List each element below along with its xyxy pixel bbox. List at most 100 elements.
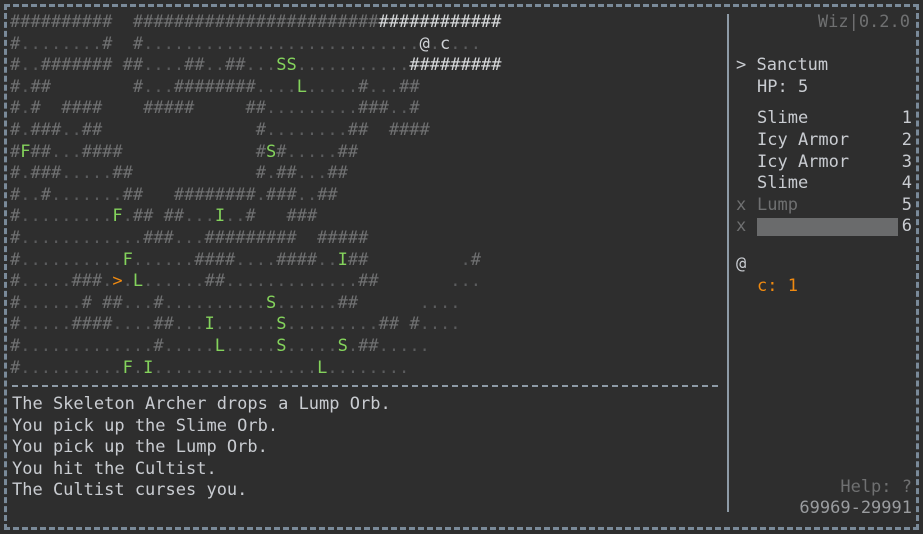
spell-hotkey[interactable]: 3: [902, 152, 912, 174]
map-glyph-run: .....: [163, 335, 215, 356]
map-glyph-run: .........: [20, 206, 113, 227]
map-glyph-run: [430, 120, 502, 140]
map-glyph-run: #: [30, 98, 41, 119]
map-glyph-run: I: [337, 249, 348, 270]
map-glyph-run: #: [40, 184, 51, 205]
map-glyph-run: [51, 77, 133, 97]
map-glyph-run: ...: [184, 206, 215, 227]
map-glyph-run: ........: [20, 33, 103, 54]
spell-hotkey[interactable]: 4: [902, 173, 912, 195]
spell-list[interactable]: Slime 1 Icy Armor 2 Icy Armor 3 Slime 4 x Lump 5 x 6: [736, 108, 912, 238]
map-glyph-run: L: [296, 76, 307, 97]
map-glyph-run: .....: [306, 76, 359, 97]
map-glyph-run: #: [10, 33, 21, 54]
map-glyph-run: #: [132, 33, 144, 54]
map-glyph-run: ##: [245, 98, 266, 119]
spell-hotkey[interactable]: 2: [902, 130, 912, 152]
spell-slot[interactable]: Icy Armor 3: [736, 152, 912, 174]
map-glyph-run: [399, 314, 409, 334]
spell-slot[interactable]: x6: [736, 216, 912, 238]
map-glyph-run: .: [20, 98, 31, 119]
map-glyph-run: ....: [143, 55, 185, 76]
map-glyph-run: ########: [173, 184, 256, 205]
map-glyph-run: ##: [276, 163, 297, 184]
map-glyph-run: #: [10, 98, 21, 119]
map-glyph-run: #: [409, 98, 420, 119]
map-glyph-run: ###: [30, 163, 62, 184]
map-glyph-run: [379, 271, 451, 291]
location-caret: >: [736, 55, 747, 76]
map-row: #............###...######### #####: [10, 228, 722, 250]
map-glyph-run: ..........: [20, 249, 123, 270]
map-glyph-run: [133, 163, 256, 183]
map-glyph-run: F: [112, 206, 123, 227]
map-glyph-run: #: [10, 163, 21, 184]
map-glyph-run: ##: [347, 119, 369, 140]
spell-slot[interactable]: Slime 4: [736, 173, 912, 195]
map-glyph-run: ....: [419, 292, 461, 313]
map-glyph-run: [368, 250, 460, 270]
spell-hotkey[interactable]: 1: [902, 108, 912, 130]
map-glyph-run: ....: [112, 314, 154, 335]
map-glyph-run: [461, 293, 502, 313]
map-glyph-run: @: [419, 33, 430, 54]
spell-name: Slime: [757, 173, 809, 194]
map-glyph-run: #: [358, 76, 369, 97]
map-glyph-run: I: [204, 314, 215, 335]
version-label: Wiz|0.2.0: [817, 12, 910, 32]
map-row: #.## #...########....L.....#...##: [10, 77, 722, 99]
spell-name: Lump: [757, 194, 798, 215]
spell-slot[interactable]: Icy Armor 2: [736, 130, 912, 152]
map-glyph-run: ##: [153, 314, 174, 335]
map-glyph-run: .: [255, 184, 266, 205]
map-glyph-run: ..: [20, 55, 41, 76]
spell-hotkey[interactable]: 6: [902, 216, 912, 238]
map-glyph-run: [481, 250, 501, 270]
map-glyph-run: ##: [163, 206, 185, 227]
map-glyph-run: .....: [286, 335, 338, 356]
help-label[interactable]: Help: ?: [736, 477, 912, 499]
seed-label: 69969-29991: [799, 498, 912, 519]
map-glyph-run: ..: [20, 184, 41, 205]
spell-slot[interactable]: x Lump 5: [736, 195, 912, 217]
map-glyph-run: .....: [61, 163, 113, 184]
map-glyph-run: #: [10, 357, 21, 378]
spell-name: Icy Armor: [757, 151, 850, 172]
map-glyph-run: [368, 228, 501, 248]
map-row: #.........F.## ##...I..# ###: [10, 206, 722, 228]
map-glyph-run: ....: [235, 249, 277, 270]
spell-name: Icy Armor: [757, 129, 850, 150]
map-glyph-run: F: [20, 141, 31, 162]
map-glyph-run: ##: [225, 55, 246, 76]
spell-slot[interactable]: Slime 1: [736, 108, 912, 130]
map-glyph-run: #: [153, 335, 164, 356]
map-glyph-run: ##: [102, 292, 123, 313]
map-glyph-run: ##: [204, 271, 226, 292]
map-glyph-run: ......: [143, 271, 205, 292]
map-glyph-run: ..: [296, 184, 318, 205]
map-glyph-run: .: [122, 206, 133, 227]
map-glyph-run: [41, 98, 61, 118]
map-row: ########################################…: [10, 379, 722, 380]
map-row: #......# ##...#..........S......## ....: [10, 293, 722, 315]
map-glyph-run: ..: [388, 98, 410, 119]
map-glyph-run: .........: [286, 314, 379, 335]
map-glyph-run: I: [214, 206, 226, 227]
map-glyph-run: ###: [358, 98, 389, 119]
map-viewport[interactable]: ########## #############################…: [10, 12, 722, 380]
map-glyph-run: .....: [20, 271, 72, 292]
map-glyph-run: [297, 228, 317, 248]
map-glyph-run: ##########: [10, 12, 113, 32]
map-glyph-run: ....: [255, 76, 297, 97]
map-glyph-run: F: [122, 249, 133, 270]
map-row: #.............#.....L.....S.....S.##....…: [10, 336, 722, 358]
map-glyph-run: F: [122, 357, 133, 378]
map-glyph-run: [461, 314, 502, 334]
map-row: #........# #...........................@…: [10, 34, 722, 56]
spell-hotkey[interactable]: 5: [902, 195, 912, 217]
map-glyph-run: c: [439, 33, 451, 54]
map-glyph-run: .....: [378, 335, 430, 356]
map-glyph-run: #: [255, 119, 266, 140]
map-row: #.....####....##...I......S.........## #…: [10, 314, 722, 336]
map-glyph-run: ...........: [296, 55, 410, 76]
